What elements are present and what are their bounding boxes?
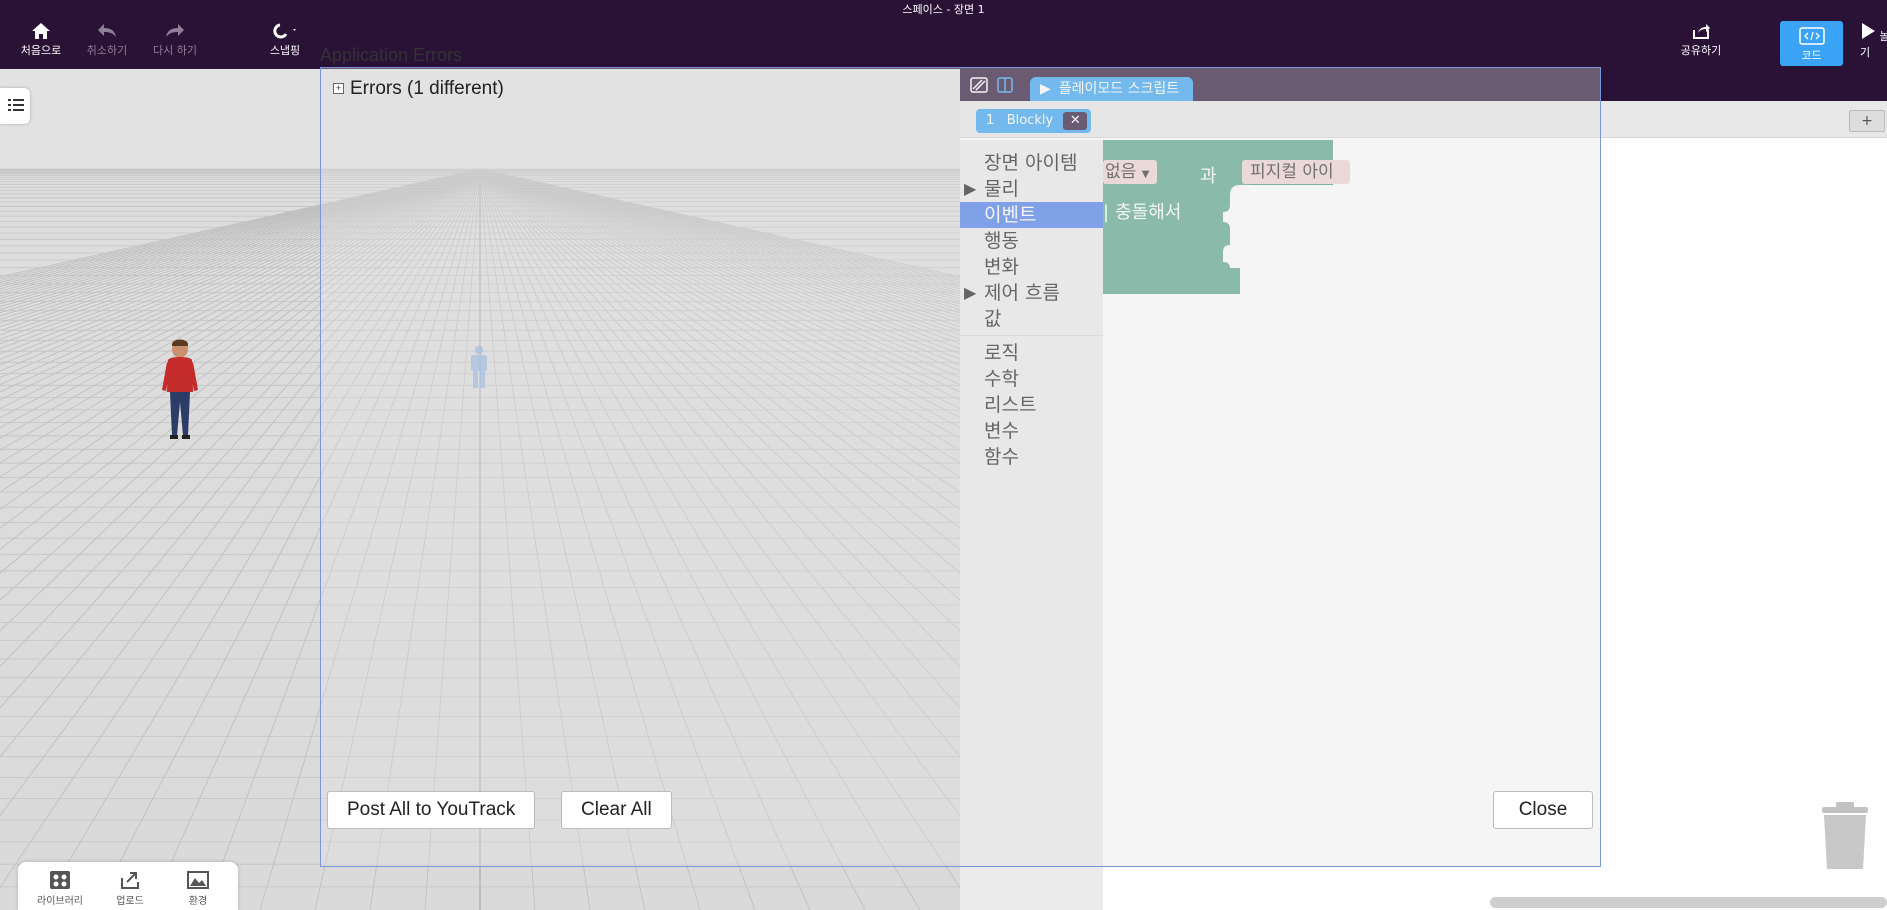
landscape-icon	[187, 871, 209, 889]
window-title: 스페이스 - 장면 1	[902, 3, 985, 16]
library-button[interactable]: 라이브러리	[30, 870, 90, 907]
magnet-icon	[273, 23, 296, 39]
share-button[interactable]: 공유하기	[1666, 22, 1736, 58]
environment-label: 환경	[188, 896, 208, 907]
list-icon	[8, 99, 24, 111]
code-label: 코드	[1801, 49, 1822, 62]
snapping-label: 스냅핑	[269, 44, 301, 57]
undo-icon	[98, 24, 116, 37]
home-label: 처음으로	[20, 44, 62, 57]
play-icon	[1862, 23, 1875, 39]
errors-header-text: Errors (1 different)	[350, 78, 504, 99]
undo-label: 취소하기	[86, 44, 128, 57]
home-icon	[32, 23, 50, 39]
share-label: 공유하기	[1680, 44, 1722, 57]
library-icon	[50, 871, 70, 889]
asset-toolbar: 라이브러리 업로드 환경	[18, 862, 238, 910]
errors-window-title: Application Errors	[320, 45, 463, 65]
upload-label: 업로드	[116, 896, 144, 907]
expand-icon[interactable]: +	[333, 83, 344, 95]
workspace-horizontal-scrollbar[interactable]	[1490, 897, 1887, 908]
environment-button[interactable]: 환경	[168, 870, 228, 907]
upload-icon	[121, 872, 139, 889]
close-button[interactable]: Close	[1493, 791, 1593, 829]
add-tab-button[interactable]: +	[1849, 110, 1885, 132]
scene-list-toggle[interactable]	[0, 88, 30, 124]
redo-label: 다시 하기	[153, 44, 197, 57]
avatar-character[interactable]	[158, 336, 202, 442]
code-button[interactable]: 코드	[1780, 21, 1843, 66]
undo-button[interactable]: 취소하기	[72, 22, 142, 58]
share-icon	[1693, 24, 1710, 39]
errors-header[interactable]: + Errors (1 different)	[333, 78, 504, 100]
play-button[interactable]: 놀기	[1860, 22, 1887, 60]
upload-button[interactable]: 업로드	[100, 870, 160, 907]
code-icon	[1798, 27, 1825, 45]
post-to-youtrack-button[interactable]: Post All to YouTrack	[327, 791, 536, 829]
top-toolbar: 스페이스 - 장면 1 처음으로 취소하기 다시 하기 스냅핑 공유하기 코드 …	[0, 0, 1887, 69]
home-button[interactable]: 처음으로	[6, 22, 76, 58]
trash-icon[interactable]	[1818, 801, 1872, 871]
redo-button[interactable]: 다시 하기	[140, 22, 210, 58]
clear-all-button[interactable]: Clear All	[561, 791, 672, 829]
errors-dialog: + Errors (1 different) Post All to YouTra…	[320, 67, 1601, 867]
snapping-button[interactable]: 스냅핑	[250, 22, 320, 58]
redo-icon	[166, 24, 184, 37]
library-label: 라이브러리	[37, 896, 83, 907]
